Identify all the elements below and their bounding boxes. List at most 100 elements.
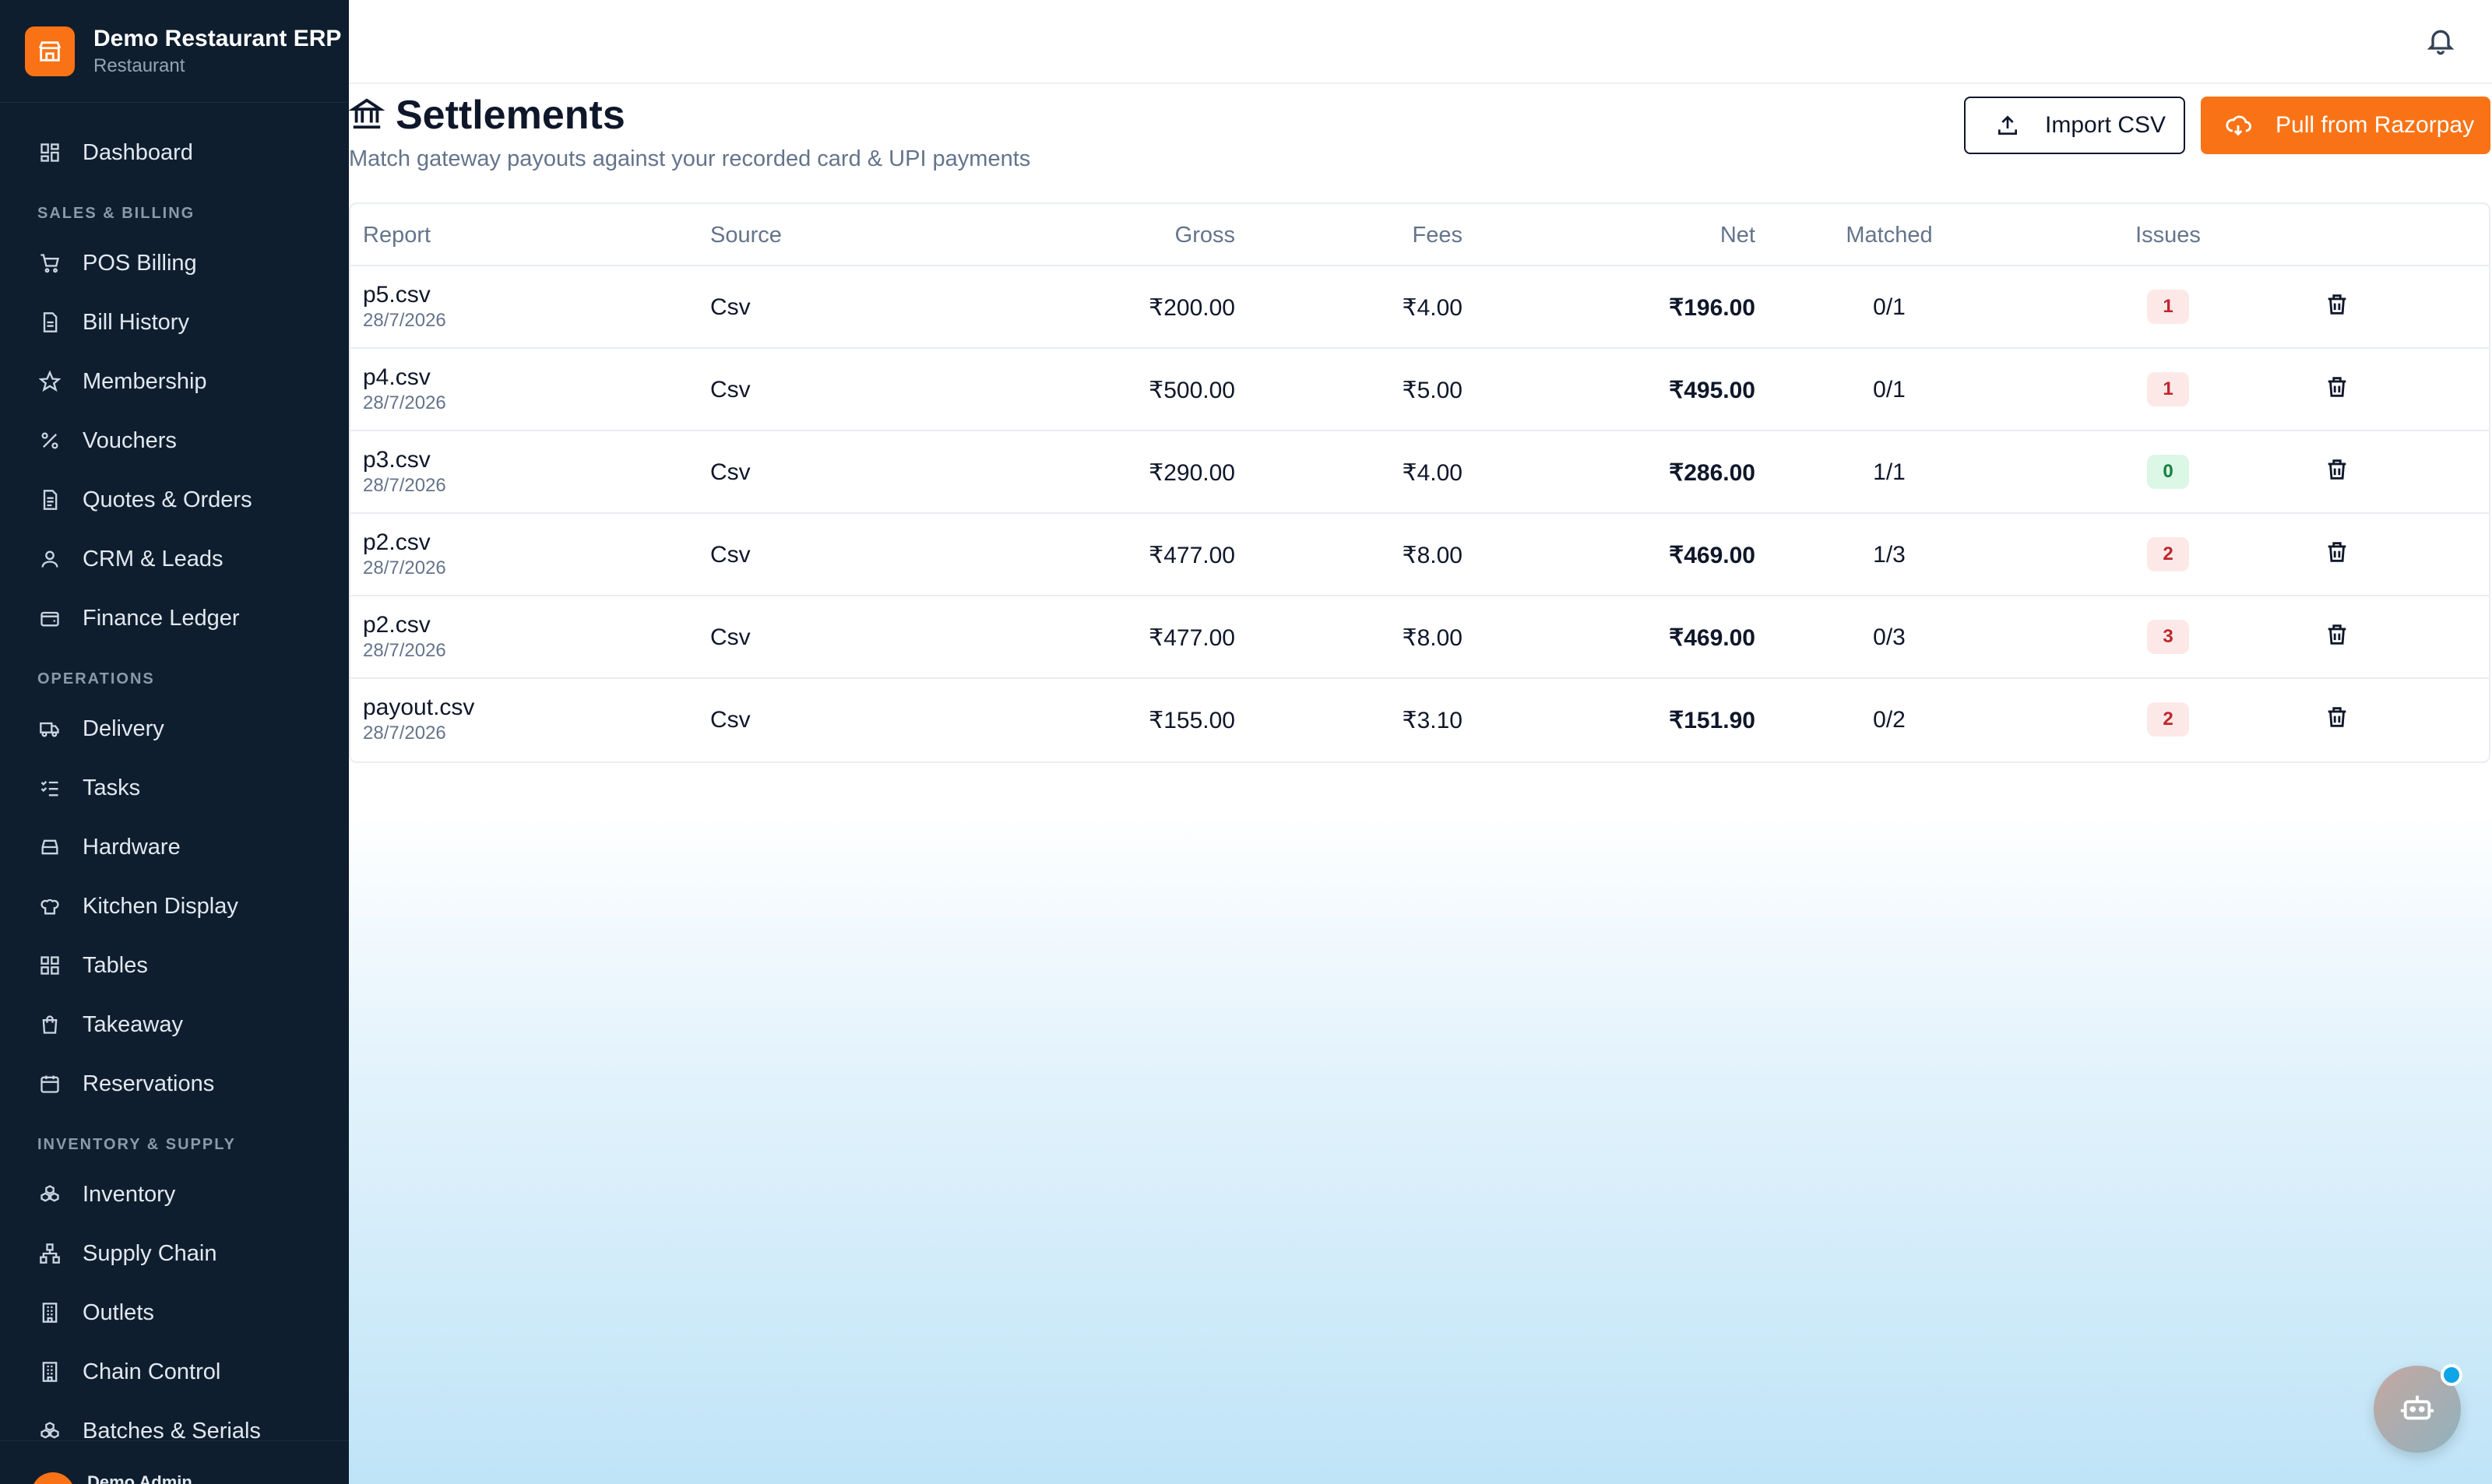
table-row[interactable]: p2.csv 28/7/2026 Csv ₹477.00 ₹8.00 ₹469.00 1/3… bbox=[350, 514, 2489, 596]
sidebar-item-membership[interactable]: Membership bbox=[0, 352, 349, 411]
sidebar-item-label: Quotes & Orders bbox=[83, 487, 252, 512]
user-icon bbox=[37, 547, 62, 571]
fees-cell: ₹8.00 bbox=[1402, 543, 1462, 568]
table-row[interactable]: p5.csv 28/7/2026 Csv ₹200.00 ₹4.00 ₹196.00 0/1… bbox=[350, 266, 2489, 349]
cart-icon bbox=[37, 251, 62, 276]
sidebar-item-label: Outlets bbox=[83, 1299, 154, 1325]
column-header-report[interactable]: Report bbox=[363, 223, 431, 248]
column-header-issues[interactable]: Issues bbox=[2121, 223, 2215, 248]
gross-cell: ₹477.00 bbox=[1149, 543, 1235, 568]
sidebar-item-label: Inventory bbox=[83, 1181, 176, 1207]
pull-from-razorpay-button[interactable]: Pull from Razorpay bbox=[2201, 97, 2490, 154]
report-date: 28/7/2026 bbox=[363, 310, 446, 331]
column-header-net[interactable]: Net bbox=[1720, 223, 1755, 248]
column-header-source[interactable]: Source bbox=[710, 223, 782, 248]
matched-cell: 0/1 bbox=[1873, 294, 1906, 320]
source-cell: Csv bbox=[710, 459, 751, 485]
page-header: Settlements Match gateway payouts agains… bbox=[348, 92, 1030, 172]
cloud-download-icon bbox=[2224, 111, 2252, 139]
sidebar-nav: Dashboard SALES & BILLING POS Billing Bi… bbox=[0, 103, 349, 1461]
sidebar-item-bill-history[interactable]: Bill History bbox=[0, 293, 349, 352]
report-cell: p2.csv 28/7/2026 bbox=[363, 612, 446, 662]
bell-icon[interactable] bbox=[2425, 25, 2456, 56]
avatar bbox=[31, 1472, 75, 1484]
report-name[interactable]: p2.csv bbox=[363, 612, 446, 638]
grid-icon bbox=[37, 953, 62, 978]
column-header-fees[interactable]: Fees bbox=[1413, 223, 1462, 248]
trash-icon[interactable] bbox=[2324, 456, 2355, 487]
sidebar-item-outlets[interactable]: Outlets bbox=[0, 1283, 349, 1342]
issues-cell: 0 bbox=[2121, 455, 2215, 489]
brand-subtitle: Restaurant bbox=[93, 55, 185, 76]
top-bar bbox=[349, 0, 2492, 84]
user-footer[interactable]: Demo Admin bbox=[0, 1440, 349, 1484]
bot-icon bbox=[2399, 1390, 2435, 1429]
brand-header: Demo Restaurant ERP Restaurant bbox=[0, 0, 349, 103]
import-csv-label: Import CSV bbox=[2045, 112, 2166, 138]
sidebar-item-dashboard[interactable]: Dashboard bbox=[0, 123, 349, 182]
dashboard-icon bbox=[37, 140, 62, 165]
sidebar-item-tables[interactable]: Tables bbox=[0, 936, 349, 995]
sidebar-item-kitchen-display[interactable]: Kitchen Display bbox=[0, 877, 349, 936]
report-name[interactable]: p2.csv bbox=[363, 529, 446, 556]
source-cell: Csv bbox=[710, 624, 751, 650]
trash-icon[interactable] bbox=[2324, 621, 2355, 652]
report-date: 28/7/2026 bbox=[363, 392, 446, 413]
gross-cell: ₹155.00 bbox=[1149, 708, 1235, 733]
sidebar-item-reservations[interactable]: Reservations bbox=[0, 1054, 349, 1113]
sidebar-item-inventory[interactable]: Inventory bbox=[0, 1165, 349, 1224]
document-icon bbox=[37, 487, 62, 512]
sidebar-item-quotes-orders[interactable]: Quotes & Orders bbox=[0, 470, 349, 529]
sidebar-item-label: Supply Chain bbox=[83, 1240, 217, 1266]
sidebar-item-label: Takeaway bbox=[83, 1011, 183, 1037]
sidebar-item-supply-chain[interactable]: Supply Chain bbox=[0, 1224, 349, 1283]
sidebar-item-vouchers[interactable]: Vouchers bbox=[0, 411, 349, 470]
sidebar-item-chain-control[interactable]: Chain Control bbox=[0, 1342, 349, 1401]
report-name[interactable]: p4.csv bbox=[363, 364, 446, 391]
table-row[interactable]: p2.csv 28/7/2026 Csv ₹477.00 ₹8.00 ₹469.00 0/3… bbox=[350, 596, 2489, 679]
table-row[interactable]: payout.csv 28/7/2026 Csv ₹155.00 ₹3.10 ₹151.9… bbox=[350, 679, 2489, 761]
building-icon bbox=[37, 1359, 62, 1384]
gross-cell: ₹290.00 bbox=[1149, 460, 1235, 486]
trash-icon[interactable] bbox=[2324, 374, 2355, 405]
gross-cell: ₹200.00 bbox=[1149, 295, 1235, 321]
hard-drive-icon bbox=[37, 835, 62, 860]
report-name[interactable]: p5.csv bbox=[363, 282, 446, 308]
report-date: 28/7/2026 bbox=[363, 640, 446, 661]
trash-icon[interactable] bbox=[2324, 539, 2355, 570]
sidebar-item-pos-billing[interactable]: POS Billing bbox=[0, 234, 349, 293]
trash-icon[interactable] bbox=[2324, 291, 2355, 322]
truck-icon bbox=[37, 716, 62, 741]
sidebar-item-crm-leads[interactable]: CRM & Leads bbox=[0, 529, 349, 589]
import-csv-button[interactable]: Import CSV bbox=[1964, 97, 2185, 154]
issues-cell: 3 bbox=[2121, 620, 2215, 654]
fees-cell: ₹5.00 bbox=[1402, 378, 1462, 403]
report-cell: payout.csv 28/7/2026 bbox=[363, 695, 474, 744]
sidebar-item-label: Bill History bbox=[83, 309, 189, 335]
sidebar-item-tasks[interactable]: Tasks bbox=[0, 758, 349, 818]
nav-section-title: INVENTORY & SUPPLY bbox=[37, 1136, 236, 1153]
sidebar-item-finance-ledger[interactable]: Finance Ledger bbox=[0, 589, 349, 648]
sidebar-item-takeaway[interactable]: Takeaway bbox=[0, 995, 349, 1054]
issues-badge: 3 bbox=[2147, 620, 2189, 654]
sidebar-item-delivery[interactable]: Delivery bbox=[0, 699, 349, 758]
net-cell: ₹286.00 bbox=[1669, 460, 1755, 486]
column-header-gross[interactable]: Gross bbox=[1175, 223, 1235, 248]
table-row[interactable]: p4.csv 28/7/2026 Csv ₹500.00 ₹5.00 ₹495.00 0/1… bbox=[350, 349, 2489, 431]
sidebar: Demo Restaurant ERP Restaurant Dashboard… bbox=[0, 0, 349, 1484]
source-cell: Csv bbox=[710, 707, 751, 733]
column-header-matched[interactable]: Matched bbox=[1843, 223, 1936, 248]
sidebar-item-label: Finance Ledger bbox=[83, 605, 240, 631]
report-name[interactable]: p3.csv bbox=[363, 447, 446, 473]
trash-icon[interactable] bbox=[2324, 704, 2355, 735]
report-name[interactable]: payout.csv bbox=[363, 695, 474, 721]
sidebar-item-label: Chain Control bbox=[83, 1359, 221, 1384]
gross-cell: ₹500.00 bbox=[1149, 378, 1235, 403]
sidebar-item-label: Vouchers bbox=[83, 427, 177, 453]
report-cell: p4.csv 28/7/2026 bbox=[363, 364, 446, 414]
matched-cell: 0/3 bbox=[1873, 624, 1906, 650]
gross-cell: ₹477.00 bbox=[1149, 625, 1235, 651]
sidebar-item-hardware[interactable]: Hardware bbox=[0, 818, 349, 877]
report-cell: p5.csv 28/7/2026 bbox=[363, 282, 446, 332]
table-row[interactable]: p3.csv 28/7/2026 Csv ₹290.00 ₹4.00 ₹286.00 1/1… bbox=[350, 431, 2489, 514]
